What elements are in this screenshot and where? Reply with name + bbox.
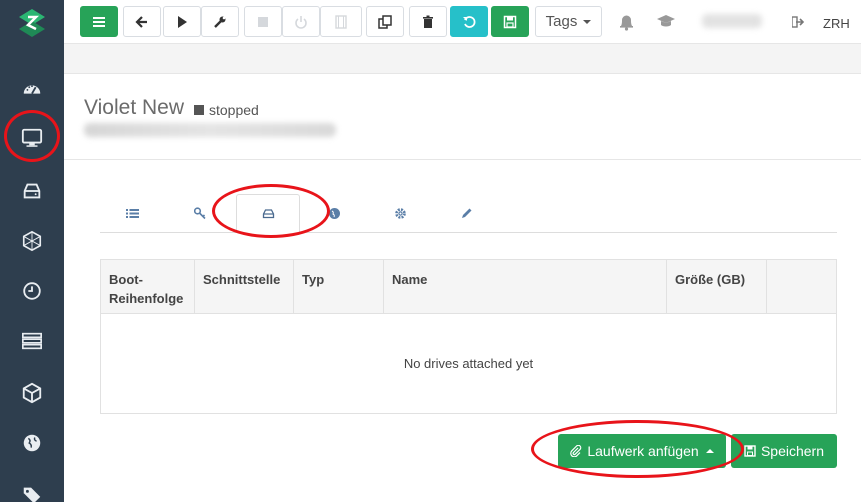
column-interface[interactable]: Schnittstelle — [195, 260, 294, 314]
refresh-button[interactable] — [450, 6, 488, 37]
wrench-icon — [214, 16, 226, 28]
network-hex-icon — [22, 230, 42, 252]
cube-icon — [22, 382, 42, 404]
sidebar-item-history[interactable] — [0, 266, 64, 316]
globe-icon — [23, 434, 41, 452]
table-header: Boot- Reihenfolge Schnittstelle Typ Name… — [101, 260, 836, 314]
logo-icon[interactable] — [17, 8, 47, 38]
tab-settings[interactable] — [368, 194, 432, 233]
sidebar-item-servers[interactable] — [0, 113, 64, 163]
copy-icon — [378, 14, 392, 29]
server-rack-icon — [22, 332, 42, 350]
film-icon — [335, 14, 347, 29]
vm-uuid-blurred — [84, 123, 336, 137]
column-label: Größe (GB) — [675, 272, 746, 287]
save-label: Speichern — [760, 443, 825, 459]
configure-button[interactable] — [201, 6, 239, 37]
undo-icon — [463, 15, 476, 28]
sidebar — [0, 0, 64, 502]
globe-icon — [328, 208, 340, 219]
logout-icon[interactable] — [792, 16, 806, 28]
stopped-status-icon — [194, 105, 204, 115]
caret-up-icon — [705, 449, 714, 453]
power-button[interactable] — [282, 6, 320, 37]
tag-icon — [23, 487, 41, 502]
play-icon — [178, 15, 187, 28]
sidebar-item-images[interactable] — [0, 368, 64, 418]
list-icon — [125, 209, 139, 218]
drive-icon — [262, 209, 274, 219]
tab-overview[interactable] — [100, 194, 164, 233]
status-badge: stopped — [209, 102, 259, 118]
delete-button[interactable] — [409, 6, 447, 37]
column-actions — [767, 260, 836, 314]
key-icon — [193, 207, 206, 220]
pencil-icon — [461, 208, 471, 218]
column-label: Boot- Reihenfolge — [109, 272, 184, 306]
toolbar-subband — [64, 44, 861, 74]
hamburger-icon — [93, 16, 105, 27]
page-title: Violet New — [84, 96, 184, 119]
column-name[interactable]: Name — [384, 260, 667, 314]
sidebar-item-tags[interactable] — [0, 470, 64, 502]
tab-drives[interactable] — [236, 194, 300, 233]
stop-icon — [258, 16, 268, 27]
account-info-blurred — [702, 14, 762, 28]
tags-label: Tags — [545, 13, 578, 30]
paperclip-icon — [570, 445, 582, 457]
dashboard-gauge-icon — [23, 85, 41, 95]
column-type[interactable]: Typ — [294, 260, 384, 314]
attach-drive-label: Laufwerk anfügen — [587, 443, 699, 459]
console-button[interactable] — [320, 6, 362, 37]
save-toolbar-button[interactable] — [491, 6, 529, 37]
sidebar-item-dashboard[interactable] — [0, 64, 64, 114]
clock-icon — [23, 282, 41, 300]
divider — [64, 159, 861, 160]
sidebar-item-storage[interactable] — [0, 316, 64, 366]
save-button[interactable]: Speichern — [731, 434, 837, 468]
region-label[interactable]: ZRH — [823, 16, 850, 31]
column-size[interactable]: Größe (GB) — [667, 260, 767, 314]
column-label: Name — [392, 272, 428, 287]
floppy-icon — [503, 15, 517, 28]
drives-table: Boot- Reihenfolge Schnittstelle Typ Name… — [100, 259, 837, 414]
monitor-icon — [21, 128, 43, 147]
tab-keys[interactable] — [168, 194, 232, 233]
back-button[interactable] — [123, 6, 161, 37]
gear-icon — [394, 208, 406, 219]
menu-button[interactable] — [80, 6, 118, 37]
trash-icon — [423, 15, 433, 28]
caret-down-icon — [583, 19, 592, 24]
tab-network[interactable] — [302, 194, 366, 233]
tags-dropdown[interactable]: Tags — [535, 6, 602, 37]
sidebar-item-networks[interactable] — [0, 216, 64, 266]
bell-icon[interactable] — [618, 13, 635, 31]
column-label: Typ — [302, 272, 325, 287]
action-toolbar: Tags ZRH — [64, 0, 861, 44]
column-label: Schnittstelle — [203, 272, 281, 287]
empty-state-message: No drives attached yet — [403, 356, 534, 371]
arrow-left-icon — [135, 15, 147, 28]
start-button[interactable] — [163, 6, 201, 37]
sidebar-item-drives[interactable] — [0, 166, 64, 216]
sidebar-item-floating-ips[interactable] — [0, 418, 64, 468]
graduation-cap-icon[interactable] — [656, 14, 676, 30]
column-boot-order[interactable]: Boot- Reihenfolge — [101, 260, 195, 314]
attach-drive-button[interactable]: Laufwerk anfügen — [558, 434, 726, 468]
clone-button[interactable] — [366, 6, 404, 37]
floppy-icon — [744, 445, 756, 457]
stop-button[interactable] — [244, 6, 282, 37]
power-icon — [295, 15, 307, 29]
hard-drive-icon — [23, 183, 41, 199]
tab-edit[interactable] — [434, 194, 498, 233]
